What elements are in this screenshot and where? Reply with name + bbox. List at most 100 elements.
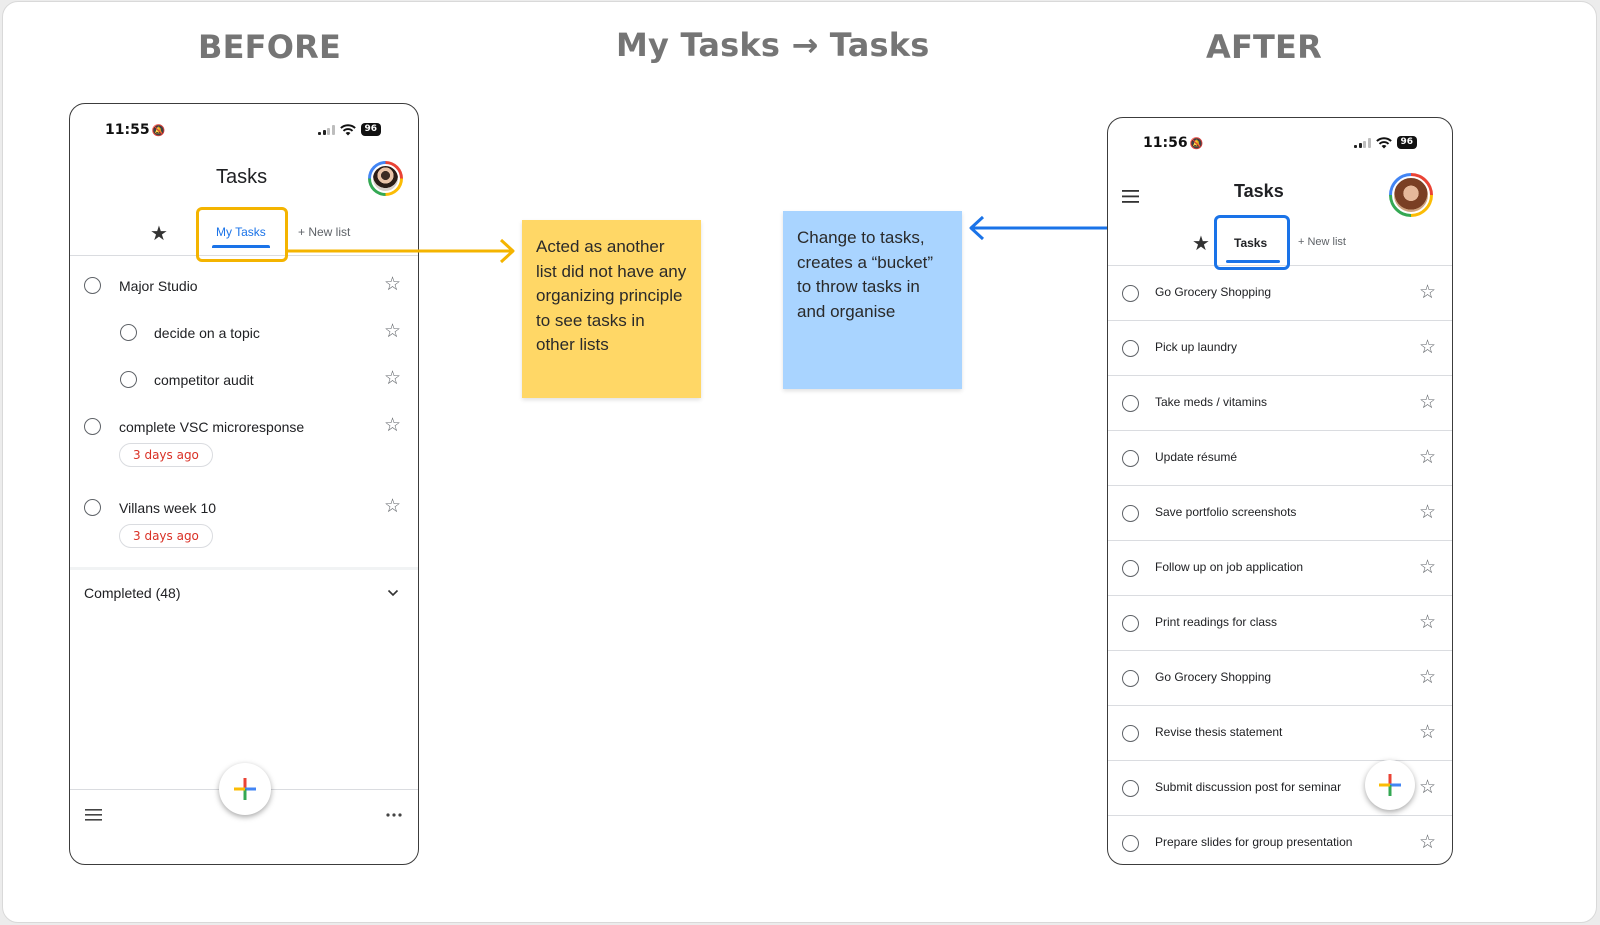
completed-section-toggle[interactable]: Completed (48) [84,585,181,601]
task-row[interactable]: Print readings for class ☆ [1108,595,1452,650]
signal-icon [318,124,335,135]
new-list-tab[interactable]: + New list [1298,236,1346,248]
task-checkbox[interactable] [120,371,137,388]
slide-canvas: BEFORE My Tasks → Tasks AFTER 11:55 🔕 96 … [2,1,1597,923]
star-outline-icon[interactable]: ☆ [384,497,401,516]
task-checkbox[interactable] [1122,285,1139,302]
task-label: decide on a topic [154,325,260,341]
avatar[interactable] [1389,173,1433,217]
task-label: Pick up laundry [1155,340,1238,354]
hamburger-menu-icon[interactable] [1122,190,1139,203]
task-label: Submit discussion post for seminar [1155,780,1342,794]
task-checkbox[interactable] [120,324,137,341]
task-label: competitor audit [154,372,254,388]
star-outline-icon[interactable]: ☆ [1419,503,1436,522]
task-label: Follow up on job application [1155,560,1304,574]
task-checkbox[interactable] [1122,835,1139,852]
status-time: 11:55 [105,122,150,138]
task-label: Go Grocery Shopping [1155,670,1272,684]
task-checkbox[interactable] [1122,615,1139,632]
task-checkbox[interactable] [1122,560,1139,577]
battery-indicator: 96 [360,123,382,136]
star-outline-icon[interactable]: ☆ [384,416,401,435]
task-checkbox[interactable] [84,499,101,516]
task-checkbox[interactable] [1122,395,1139,412]
task-label: Villans week 10 [119,500,217,516]
star-outline-icon[interactable]: ☆ [1419,338,1436,357]
after-heading: AFTER [1206,28,1322,66]
task-checkbox[interactable] [84,277,101,294]
status-icons: 96 [1354,136,1418,149]
chevron-down-icon[interactable] [387,587,399,599]
status-bar: 11:55 🔕 96 [70,104,418,144]
starred-tab-star-icon[interactable]: ★ [150,221,168,246]
task-row[interactable]: Update résumé ☆ [1108,430,1452,485]
task-row[interactable]: Save portfolio screenshots ☆ [1108,485,1452,540]
yellow-sticky-note: Acted as another list did not have any o… [522,220,701,398]
wifi-icon [339,123,356,135]
task-row[interactable]: Prepare slides for group presentation ☆ [1108,815,1452,864]
bell-muted-icon: 🔕 [151,124,166,137]
star-outline-icon[interactable]: ☆ [1419,393,1436,412]
due-date-chip[interactable]: 3 days ago [119,443,213,467]
star-outline-icon[interactable]: ☆ [1419,448,1436,467]
task-row[interactable]: Revise thesis statement ☆ [1108,705,1452,760]
completed-divider [70,567,418,570]
star-outline-icon[interactable]: ☆ [1419,833,1436,852]
battery-indicator: 96 [1396,136,1418,149]
star-outline-icon[interactable]: ☆ [1419,668,1436,687]
signal-icon [1354,137,1371,148]
bell-muted-icon: 🔕 [1189,137,1204,150]
due-date-chip[interactable]: 3 days ago [119,524,213,548]
app-title: Tasks [1234,181,1284,201]
status-bar: 11:56 🔕 96 [1108,118,1452,158]
tasks-tab-highlight [1214,215,1290,270]
add-task-button[interactable] [219,763,271,815]
star-outline-icon[interactable]: ☆ [384,275,401,294]
more-options-icon[interactable] [386,813,402,817]
star-outline-icon[interactable]: ☆ [384,369,401,388]
task-checkbox[interactable] [1122,450,1139,467]
task-label: Prepare slides for group presentation [1155,835,1353,849]
task-label: Revise thesis statement [1155,725,1283,739]
task-label: Update résumé [1155,450,1238,464]
app-title: Tasks [216,166,268,188]
blue-sticky-note: Change to tasks, creates a “bucket” to t… [783,211,962,389]
task-row[interactable]: Pick up laundry ☆ [1108,320,1452,375]
yellow-arrow [287,238,515,264]
task-label: Take meds / vitamins [1155,395,1268,409]
task-checkbox[interactable] [1122,725,1139,742]
task-label: Save portfolio screenshots [1155,505,1297,519]
task-checkbox[interactable] [1122,340,1139,357]
star-outline-icon[interactable]: ☆ [1419,778,1436,797]
star-outline-icon[interactable]: ☆ [1419,558,1436,577]
star-outline-icon[interactable]: ☆ [1419,283,1436,302]
wifi-icon [1375,136,1392,148]
task-label: Go Grocery Shopping [1155,285,1272,299]
task-label: Print readings for class [1155,615,1278,629]
status-icons: 96 [318,123,382,136]
star-outline-icon[interactable]: ☆ [1419,723,1436,742]
star-outline-icon[interactable]: ☆ [384,322,401,341]
plus-icon [1379,774,1401,796]
my-tasks-highlight [196,207,288,262]
hamburger-menu-icon[interactable] [85,809,102,821]
status-time: 11:56 [1143,135,1188,151]
task-label: Major Studio [119,278,198,294]
task-checkbox[interactable] [1122,670,1139,687]
change-heading: My Tasks → Tasks [616,26,930,64]
task-checkbox[interactable] [84,418,101,435]
task-checkbox[interactable] [1122,505,1139,522]
task-label: complete VSC microresponse [119,419,305,435]
task-row[interactable]: Go Grocery Shopping ☆ [1108,650,1452,705]
star-outline-icon[interactable]: ☆ [1419,613,1436,632]
plus-icon [234,778,256,800]
avatar[interactable] [368,161,403,196]
task-checkbox[interactable] [1122,780,1139,797]
before-heading: BEFORE [198,28,342,66]
add-task-button[interactable] [1365,760,1415,810]
task-row[interactable]: Follow up on job application ☆ [1108,540,1452,595]
task-row[interactable]: Go Grocery Shopping ☆ [1108,265,1452,320]
task-row[interactable]: Take meds / vitamins ☆ [1108,375,1452,430]
starred-tab-star-icon[interactable]: ★ [1192,231,1210,256]
